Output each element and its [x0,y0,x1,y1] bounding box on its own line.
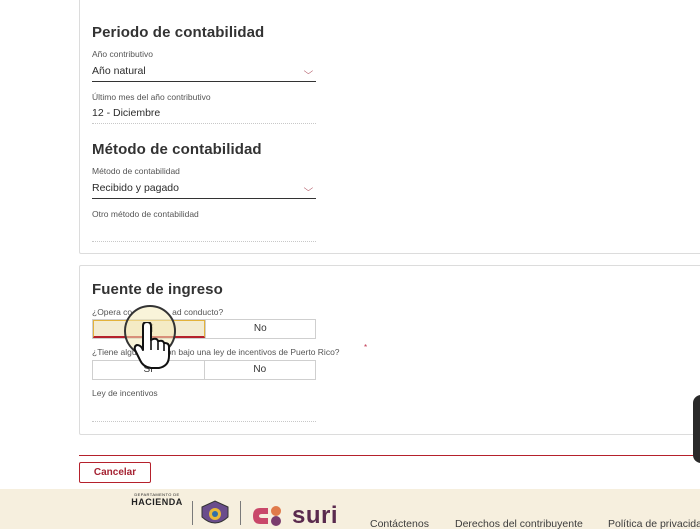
q1-no-option[interactable]: No [204,320,315,338]
actions-divider [79,455,700,456]
q2-toggle: Sí No [92,360,316,380]
metodo-value: Recibido y pagado [92,182,179,194]
hacienda-logo-big: HACIENDA [131,497,183,507]
metodo-select[interactable]: Recibido y pagado ⌵ [92,179,316,199]
ley-incentivos-field[interactable] [92,402,316,422]
ano-contributivo-label: Año contributivo [92,49,153,59]
metodo-label: Método de contabilidad [92,166,180,176]
otro-metodo-field[interactable] [92,222,316,242]
cancel-button[interactable]: Cancelar [79,462,151,483]
footer-link-derechos[interactable]: Derechos del contribuyente [455,518,583,529]
ano-contributivo-value: Año natural [92,65,146,77]
q1-label-end: ad conducto? [172,307,224,317]
ano-contributivo-select[interactable]: Año natural ⌵ [92,62,316,82]
periodo-title: Periodo de contabilidad [92,24,265,41]
fuente-title: Fuente de ingreso [92,281,223,298]
footer: DEPARTAMENTO DE HACIENDA suri Contácteno… [0,489,700,529]
scroll-handle[interactable] [693,395,700,463]
footer-link-privacidad[interactable]: Política de privacidad [608,518,700,529]
ultimo-mes-label: Último mes del año contributivo [92,92,211,102]
accounting-card: Periodo de contabilidad Año contributivo… [79,0,700,254]
chevron-down-icon: ⌵ [303,66,314,76]
suri-logo-icon [253,506,281,526]
ultimo-mes-value: 12 - Diciembre [92,107,161,119]
metodo-title: Método de contabilidad [92,141,262,158]
ley-incentivos-label: Ley de incentivos [92,388,158,398]
chevron-down-icon: ⌵ [303,183,314,193]
q2-label-end: ón bajo una ley de incentivos de Puerto … [166,347,340,357]
q2-label: ¿Tiene algu ón bajo una ley de incentivos… [92,347,340,357]
footer-separator [240,501,241,525]
otro-metodo-label: Otro método de contabilidad [92,209,199,219]
hacienda-logo[interactable]: DEPARTAMENTO DE HACIENDA [126,492,188,529]
footer-link-contactenos[interactable]: Contáctenos [370,518,429,529]
hand-pointer-icon [133,322,170,369]
q2-no-option[interactable]: No [203,361,315,379]
ultimo-mes-field[interactable]: 12 - Diciembre [92,104,316,124]
q1-label-start: ¿Opera co [92,307,133,317]
fuente-ingreso-card: Fuente de ingreso ¿Opera co ad conducto? … [79,265,700,435]
hacienda-seal-icon [201,500,229,524]
footer-separator [192,501,193,525]
suri-wordmark: suri [292,502,339,529]
required-marker: * [364,343,368,352]
